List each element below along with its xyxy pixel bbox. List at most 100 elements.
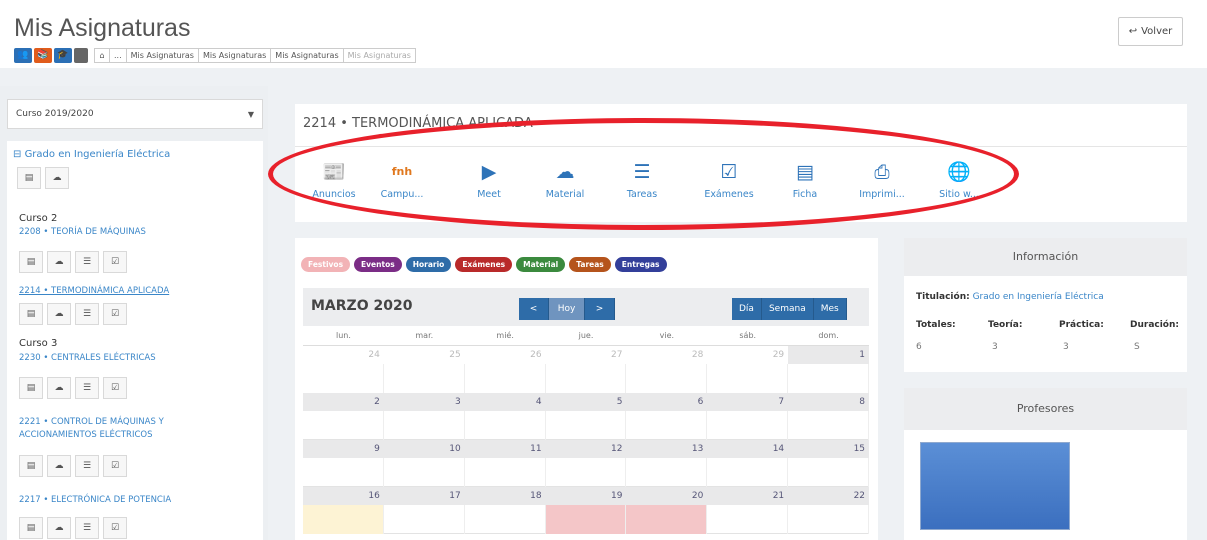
day-number[interactable]: 10 [384,440,465,458]
users-app-icon[interactable]: 👥 [14,47,32,63]
subject-link[interactable]: 2217 • ELECTRÓNICA DE POTENCIA [19,494,239,507]
stat-label: Teoría: [988,320,1023,330]
degree-link[interactable]: ⊟ Grado en Ingeniería Eléctrica [13,149,170,160]
day-number[interactable]: 1 [788,346,870,364]
degree-name: Grado en Ingeniería Eléctrica [24,149,171,160]
day-number[interactable]: 14 [707,440,788,458]
legend-festivos[interactable]: Festivos [301,257,351,272]
check-icon[interactable]: ☑ [103,377,127,399]
day-number[interactable]: 9 [303,440,384,458]
back-button[interactable]: ↩ Volver [1118,17,1183,46]
cloud-download-icon[interactable]: ☁ [47,303,71,325]
day-number[interactable]: 11 [465,440,546,458]
subject-link[interactable]: 2208 • TEORÍA DE MÁQUINAS [19,226,239,239]
card-icon[interactable]: ▤ [19,377,43,399]
weekday-label: vie. [659,331,675,340]
books-app-icon[interactable]: 📚 [34,47,52,63]
breadcrumb-item[interactable]: Mis Asignaturas [198,47,272,63]
tasks-icon[interactable]: ☰ [75,251,99,273]
cloud-download-icon[interactable]: ☁ [47,517,71,539]
prev-month-button[interactable]: < [519,298,549,320]
day-number[interactable]: 6 [626,393,707,411]
calendar-week: 9 10 11 12 13 14 15 [303,440,870,487]
course-panel: 2214 • TERMODINÁMICA APLICADA 📰 Anuncios… [295,104,1187,222]
card-icon[interactable]: ▤ [17,167,41,189]
breadcrumb-item[interactable]: Mis Asignaturas [126,47,199,63]
view-day-button[interactable]: Día [732,298,762,320]
day-number[interactable]: 5 [546,393,627,411]
card-icon[interactable]: ▤ [19,517,43,539]
course-year-select[interactable]: Curso 2019/2020 ▼ [7,99,263,129]
tool-meet[interactable]: ▶ Meet [452,161,526,200]
tasks-icon[interactable]: ☰ [75,517,99,539]
view-week-button[interactable]: Semana [761,298,814,320]
tasks-icon[interactable]: ☰ [75,377,99,399]
check-icon[interactable]: ☑ [103,251,127,273]
card-icon[interactable]: ▤ [19,303,43,325]
card-icon[interactable]: ▤ [19,455,43,477]
course-title: 2214 • TERMODINÁMICA APLICADA [303,116,533,131]
day-number[interactable]: 27 [546,346,627,364]
tasks-icon[interactable]: ☰ [75,455,99,477]
tool-website[interactable]: 🌐 Sitio w... [922,161,996,200]
info-title: Información [904,238,1187,276]
tool-material[interactable]: ☁ Material [528,161,602,200]
tool-syllabus[interactable]: ▤ Ficha [768,161,842,200]
day-number[interactable]: 7 [707,393,788,411]
breadcrumb-item[interactable]: Mis Asignaturas [271,47,344,63]
students-app-icon[interactable]: 🎓 [54,47,72,63]
chevron-down-icon: ▼ [247,109,254,119]
legend-entregas[interactable]: Entregas [614,257,667,272]
today-button[interactable]: Hoy [549,298,585,320]
legend-eventos[interactable]: Eventos [354,257,402,272]
legend-material[interactable]: Material [516,257,566,272]
day-number[interactable]: 22 [788,487,869,505]
day-number[interactable]: 20 [626,487,707,505]
day-number[interactable]: 19 [546,487,627,505]
subject-link[interactable]: 2221 • CONTROL DE MÁQUINAS Y ACCIONAMIEN… [19,416,199,442]
day-number[interactable]: 24 [303,346,384,364]
day-number[interactable]: 16 [303,487,384,505]
day-number[interactable]: 18 [465,487,546,505]
card-icon[interactable]: ▤ [19,251,43,273]
tool-label: Exámenes [704,189,754,200]
stat-label: Duración: [1130,320,1179,330]
subject-link[interactable]: 2214 • TERMODINÁMICA APLICADA [19,285,239,298]
day-number[interactable]: 21 [707,487,788,505]
cloud-download-icon[interactable]: ☁ [47,455,71,477]
home-icon[interactable]: ⌂ [94,47,110,63]
day-number[interactable]: 25 [384,346,465,364]
degree-info-link[interactable]: Grado en Ingeniería Eléctrica [973,292,1104,302]
legend-horario[interactable]: Horario [405,257,452,272]
day-number[interactable]: 12 [546,440,627,458]
cloud-download-icon[interactable]: ☁ [45,167,69,189]
next-month-button[interactable]: > [585,298,615,320]
subject-link[interactable]: 2230 • CENTRALES ELÉCTRICAS [19,352,239,365]
cloud-download-icon[interactable]: ☁ [47,251,71,273]
day-number[interactable]: 15 [788,440,869,458]
day-number[interactable]: 28 [626,346,707,364]
day-number[interactable]: 2 [303,393,384,411]
view-month-button[interactable]: Mes [813,298,847,320]
day-number[interactable]: 29 [707,346,788,364]
legend-tareas[interactable]: Tareas [569,257,611,272]
tool-announcements[interactable]: 📰 Anuncios [297,161,371,200]
tool-print[interactable]: ⎙ Imprimi... [845,161,919,200]
breadcrumb-item[interactable]: ... [110,47,127,63]
day-number[interactable]: 17 [384,487,465,505]
check-icon[interactable]: ☑ [103,303,127,325]
cloud-download-icon[interactable]: ☁ [47,377,71,399]
day-number[interactable]: 26 [465,346,546,364]
tool-exams[interactable]: ☑ Exámenes [692,161,766,200]
check-icon[interactable]: ☑ [103,455,127,477]
legend-examenes[interactable]: Exámenes [455,257,513,272]
day-number[interactable]: 4 [465,393,546,411]
day-number[interactable]: 8 [788,393,869,411]
tool-campus[interactable]: fnh Campu... [365,161,439,200]
check-icon[interactable]: ☑ [103,517,127,539]
tasks-icon[interactable]: ☰ [75,303,99,325]
calendar-panel: Festivos Eventos Horario Exámenes Materi… [295,238,878,540]
day-number[interactable]: 3 [384,393,465,411]
tool-tasks[interactable]: ☰ Tareas [605,161,679,200]
day-number[interactable]: 13 [626,440,707,458]
